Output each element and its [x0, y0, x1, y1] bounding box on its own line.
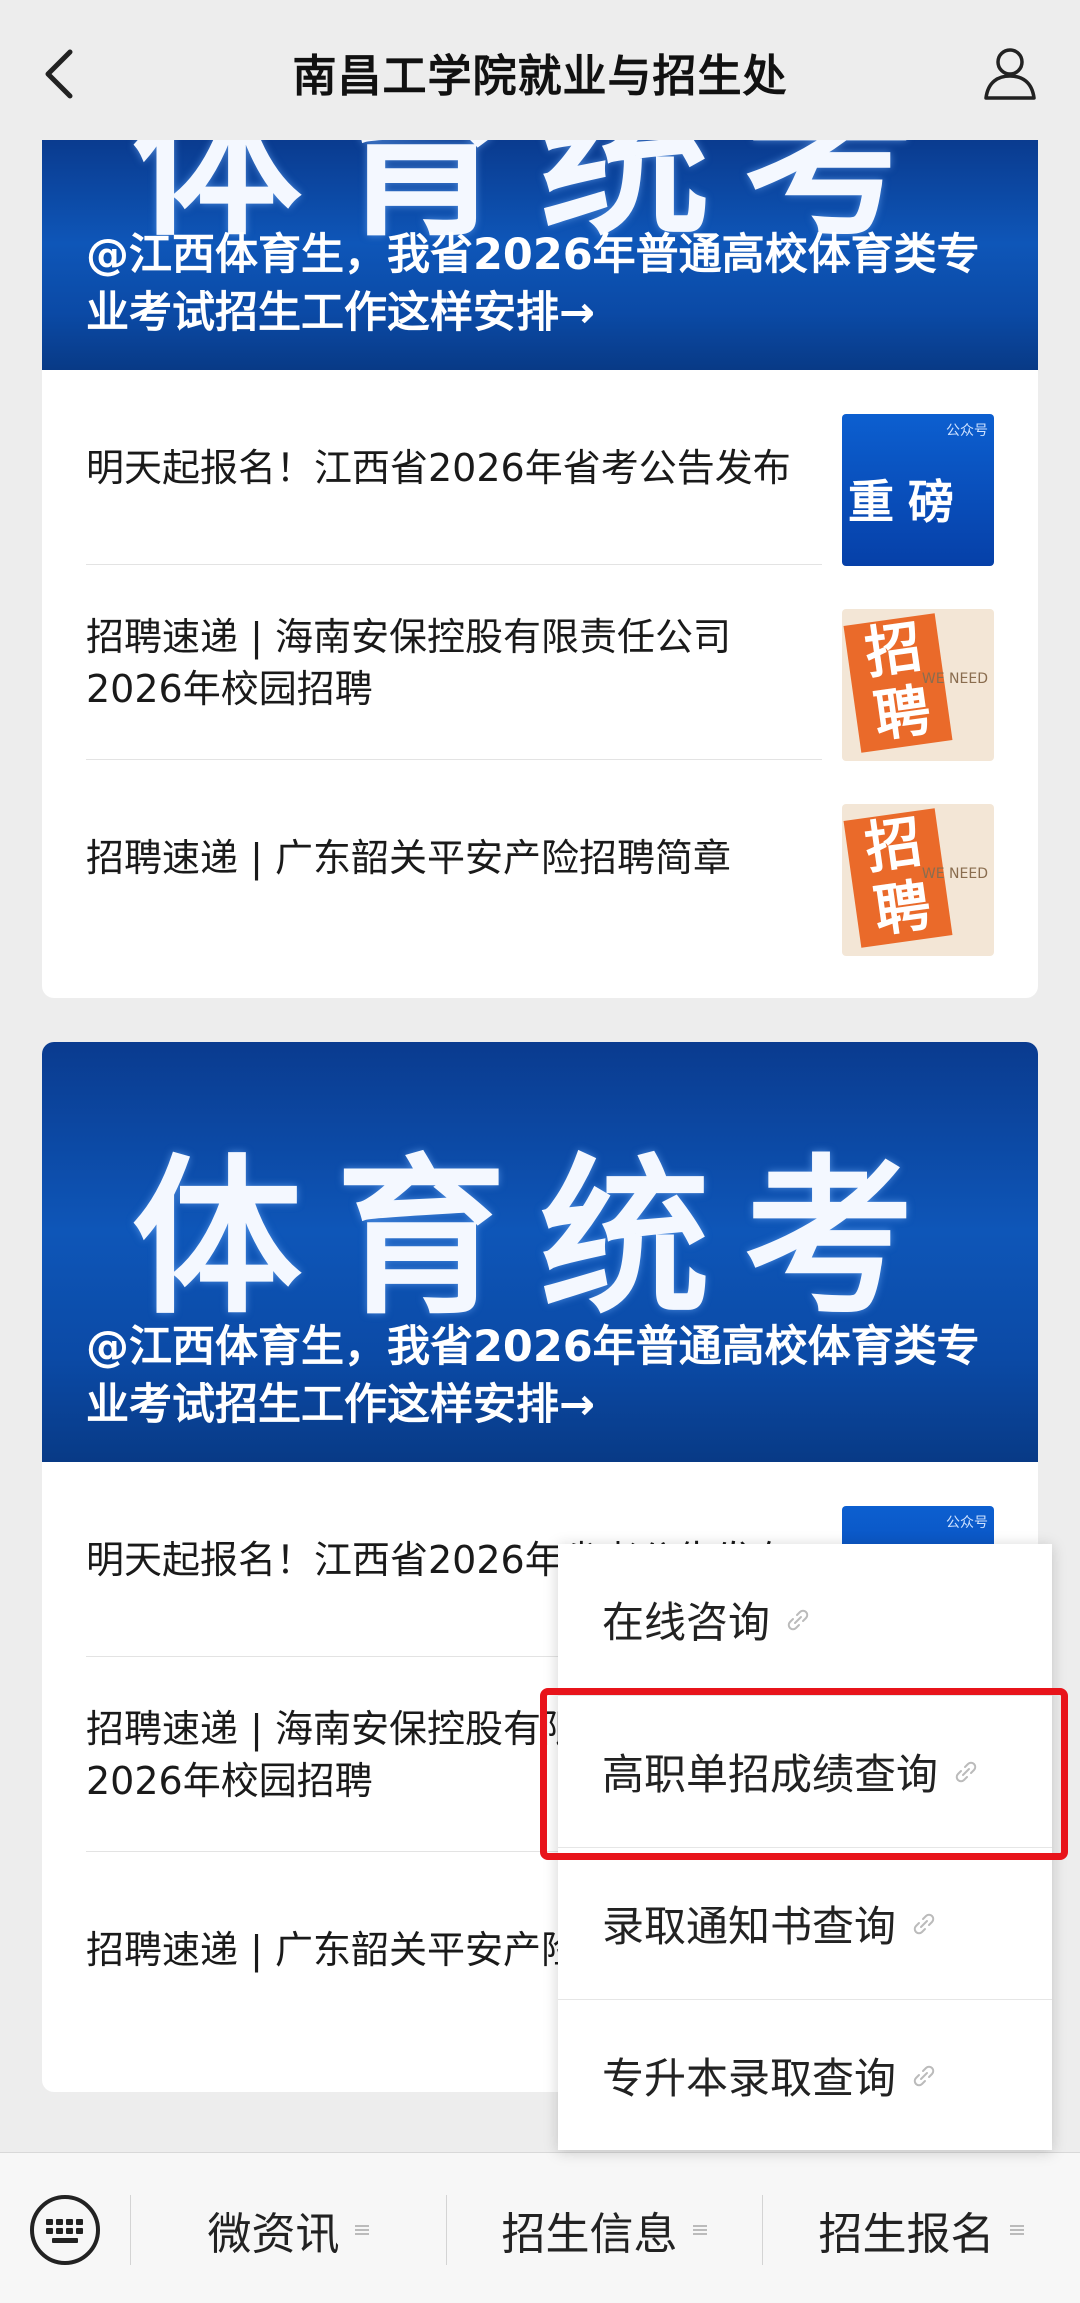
list-item[interactable]: 明天起报名！江西省2026年省考公告发布 公众号 重磅: [86, 370, 994, 566]
news-thumbnail: 招聘 WE NEED: [842, 804, 994, 956]
news-thumbnail: 招聘 WE NEED: [842, 609, 994, 761]
menu-lines-icon: [692, 2225, 707, 2235]
thumbnail-tag: 公众号: [946, 423, 988, 439]
tab-admission-info[interactable]: 招生信息: [447, 2195, 762, 2265]
page-title: 南昌工学院就业与招生处: [292, 51, 788, 102]
news-card: 体育统考 @江西体育生，我省2026年普通高校体育类专业考试招生工作这样安排→ …: [42, 140, 1038, 998]
thumbnail-text: 重磅: [848, 475, 968, 529]
menu-item-label: 在线咨询: [602, 1598, 771, 1647]
menu-lines-icon: [354, 2225, 369, 2235]
tab-label: 微资讯: [207, 2209, 340, 2260]
news-banner[interactable]: 体育统考 @江西体育生，我省2026年普通高校体育类专业考试招生工作这样安排→: [42, 140, 1038, 370]
news-title: 招聘速递 | 广东韶关平安产险招聘简章: [86, 835, 731, 880]
banner-caption: @江西体育生，我省2026年普通高校体育类专业考试招生工作这样安排→: [86, 230, 980, 338]
news-banner[interactable]: 体育统考 @江西体育生，我省2026年普通高校体育类专业考试招生工作这样安排→: [42, 1042, 1038, 1462]
thumbnail-tag: WE NEED: [921, 671, 988, 687]
link-icon: [787, 1609, 809, 1630]
thumbnail-tag: WE NEED: [921, 866, 988, 882]
menu-item-label: 专升本录取查询: [602, 2054, 897, 2103]
menu-item-online-consult[interactable]: 在线咨询: [558, 1544, 1052, 1696]
list-item[interactable]: 招聘速递 | 海南安保控股有限责任公司2026年校园招聘 招聘 WE NEED: [86, 565, 994, 761]
highlight-box: [540, 1688, 1068, 1860]
news-title: 明天起报名！江西省2026年省考公告发布: [86, 445, 791, 490]
menu-item-admission-letter[interactable]: 录取通知书查询: [558, 1848, 1052, 2000]
menu-item-label: 录取通知书查询: [602, 1902, 897, 1951]
menu-lines-icon: [1009, 2225, 1024, 2235]
news-thumbnail: 公众号 重磅: [842, 414, 994, 566]
tab-label: 招生报名: [818, 2209, 995, 2260]
tab-admission-signup[interactable]: 招生报名: [763, 2195, 1080, 2265]
keyboard-icon[interactable]: [28, 2193, 102, 2267]
thumbnail-tag: 公众号: [946, 1515, 988, 1531]
user-profile-icon[interactable]: [980, 42, 1040, 102]
tab-label: 招生信息: [501, 2209, 678, 2260]
banner-headline: 体育统考: [131, 1138, 948, 1338]
bottom-menu-bar: 微资讯 招生信息 招生报名: [0, 2152, 1080, 2303]
news-title: 招聘速递 | 海南安保控股有限责任公司2026年校园招聘: [86, 614, 731, 711]
menu-item-upgrade-admission[interactable]: 专升本录取查询: [558, 2000, 1052, 2151]
nav-header: 南昌工学院就业与招生处: [0, 0, 1080, 140]
tab-micro-news[interactable]: 微资讯: [131, 2195, 446, 2265]
banner-caption: @江西体育生，我省2026年普通高校体育类专业考试招生工作这样安排→: [86, 1322, 980, 1430]
link-icon: [913, 2065, 935, 2086]
list-item[interactable]: 招聘速递 | 广东韶关平安产险招聘简章 招聘 WE NEED: [86, 760, 994, 956]
link-icon: [913, 1913, 935, 1934]
